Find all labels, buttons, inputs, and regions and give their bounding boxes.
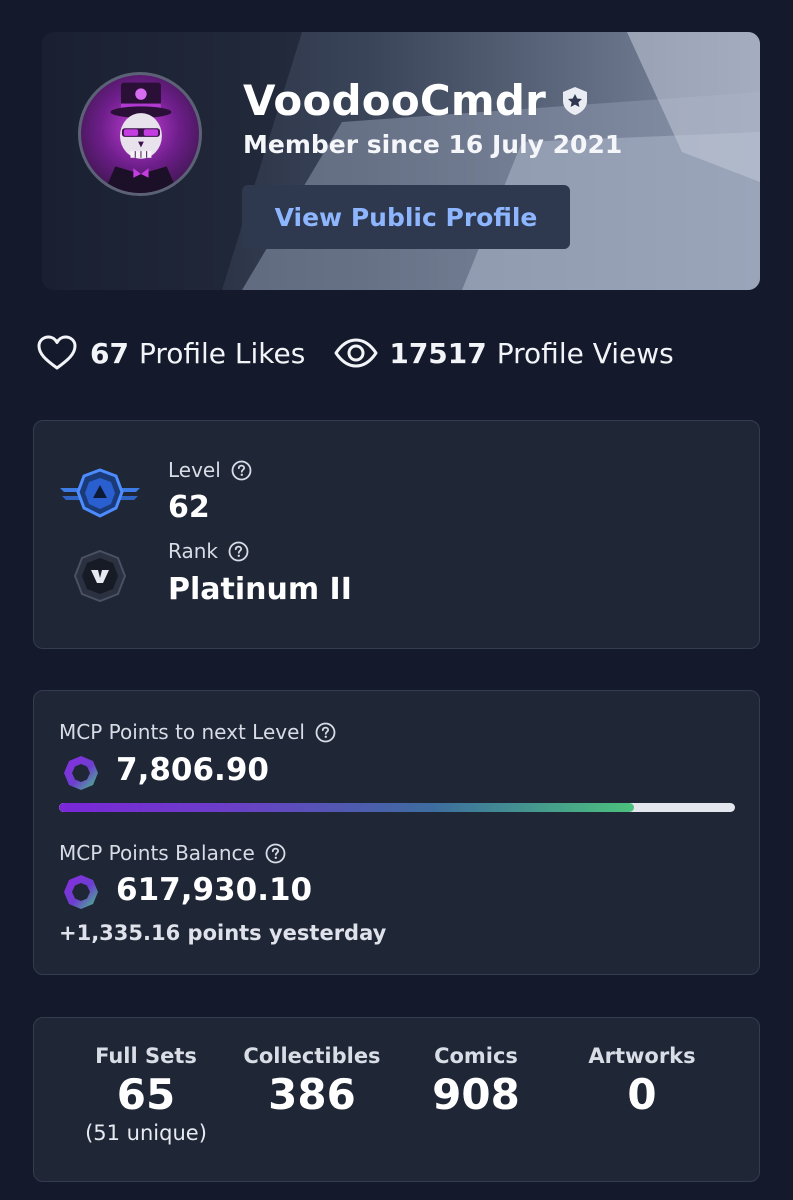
level-label-row: Level: [168, 458, 252, 482]
mcp-coin-icon: [64, 756, 98, 790]
points-yesterday: +1,335.16 points yesterday: [59, 921, 387, 945]
balance-label-row: MCP Points Balance: [59, 841, 286, 865]
collection-artworks[interactable]: Artworks 0: [562, 1044, 722, 1119]
level-progress-bar: [59, 803, 735, 812]
level-rank-card: [33, 420, 760, 649]
avatar[interactable]: [78, 72, 202, 196]
username-row: VoodooCmdr: [243, 76, 590, 125]
profile-header-card: VoodooCmdr Member since 16 July 2021 Vie…: [42, 32, 760, 290]
next-level-label: MCP Points to next Level: [59, 720, 305, 744]
view-public-profile-button[interactable]: View Public Profile: [242, 185, 570, 249]
views-label: Profile Views: [496, 336, 674, 370]
collection-value: 0: [627, 1070, 657, 1119]
help-icon[interactable]: [228, 541, 249, 562]
collection-value: 908: [432, 1070, 520, 1119]
collection-label: Artworks: [588, 1044, 696, 1068]
likes-label: Profile Likes: [138, 336, 306, 370]
eye-icon: [334, 338, 378, 368]
profile-page: VoodooCmdr Member since 16 July 2021 Vie…: [0, 0, 793, 1200]
member-since: Member since 16 July 2021: [243, 130, 623, 159]
collection-full-sets[interactable]: Full Sets 65 (51 unique): [66, 1044, 226, 1145]
level-badge-icon: [60, 468, 140, 518]
collection-value: 386: [268, 1070, 356, 1119]
help-icon[interactable]: [265, 843, 286, 864]
views-count: 17517: [389, 336, 487, 370]
profile-likes-stat[interactable]: 67 Profile Likes: [36, 334, 305, 372]
help-icon[interactable]: [315, 722, 336, 743]
collection-value: 65: [116, 1070, 176, 1119]
shield-star-icon: [563, 86, 588, 115]
level-label: Level: [168, 458, 221, 482]
next-level-points-value: 7,806.90: [116, 752, 269, 788]
next-level-label-row: MCP Points to next Level: [59, 720, 336, 744]
skull-avatar-icon: [103, 82, 179, 193]
username: VoodooCmdr: [243, 76, 547, 125]
mcp-coin-icon: [64, 875, 98, 909]
collection-comics[interactable]: Comics 908: [396, 1044, 556, 1119]
collection-label: Collectibles: [243, 1044, 381, 1068]
balance-label: MCP Points Balance: [59, 841, 255, 865]
level-value: 62: [168, 490, 210, 525]
heart-icon: [37, 335, 77, 370]
profile-stats-row: 67 Profile Likes 17517 Profile Views: [36, 334, 674, 372]
level-progress-fill: [59, 803, 634, 812]
likes-count: 67: [90, 336, 129, 370]
rank-label-row: Rank: [168, 539, 249, 563]
collection-sub: (51 unique): [85, 1121, 207, 1145]
help-icon[interactable]: [231, 460, 252, 481]
balance-points-value: 617,930.10: [116, 872, 313, 908]
rank-value: Platinum II: [168, 572, 352, 607]
collection-label: Full Sets: [95, 1044, 197, 1068]
collection-label: Comics: [434, 1044, 518, 1068]
collection-collectibles[interactable]: Collectibles 386: [232, 1044, 392, 1119]
rank-label: Rank: [168, 539, 218, 563]
rank-badge-icon: [73, 549, 127, 603]
profile-views-stat: 17517 Profile Views: [333, 336, 674, 370]
